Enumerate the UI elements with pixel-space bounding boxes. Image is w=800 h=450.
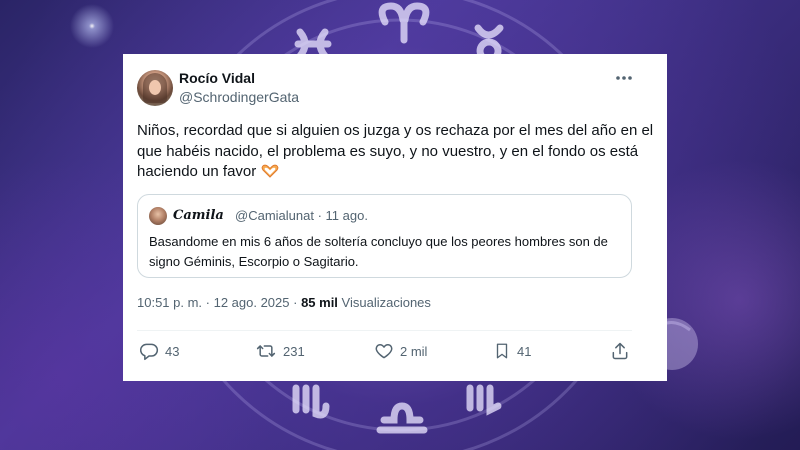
quoted-author-avatar [149, 207, 167, 225]
retweet-count: 231 [283, 343, 305, 359]
share-icon [612, 342, 628, 360]
author-name[interactable]: Rocío Vidal [179, 70, 255, 86]
timestamp[interactable]: 10:51 p. m. · 12 ago. 2025 · [137, 295, 297, 310]
retweet-button[interactable]: 231 [255, 340, 305, 362]
quoted-text: Basandome en mis 6 años de soltería conc… [149, 234, 608, 269]
retweet-icon [256, 345, 276, 357]
reply-icon [139, 343, 159, 361]
author-avatar[interactable] [137, 70, 173, 106]
tweet-text: Niños, recordad que si alguien os juzga … [137, 121, 657, 185]
like-button[interactable]: 2 mil [374, 340, 427, 362]
views-label: Visualizaciones [341, 295, 431, 310]
author-handle[interactable]: @SchrodingerGata [179, 89, 299, 105]
quoted-date: · 11 ago. [317, 208, 368, 223]
reply-count: 43 [165, 343, 180, 359]
bookmark-button[interactable]: 41 [493, 340, 531, 362]
more-dots-icon[interactable] [613, 72, 635, 86]
reply-button[interactable]: 43 [139, 340, 179, 362]
like-count: 2 mil [400, 343, 428, 359]
quoted-author-meta: @Camialunat · 11 ago. [235, 208, 368, 223]
heart-hands-icon [260, 164, 280, 185]
bookmark-count: 41 [517, 343, 532, 359]
tweet-body: Niños, recordad que si alguien os juzga … [137, 122, 654, 180]
heart-icon [375, 344, 393, 359]
bookmark-icon [496, 343, 508, 359]
views-count: 85 mil [301, 295, 338, 310]
tweet-metadata: 10:51 p. m. · 12 ago. 2025 · 85 mil Visu… [137, 295, 431, 310]
share-button[interactable] [610, 340, 630, 362]
avatar-face [149, 80, 161, 95]
quoted-author-handle: @Camialunat [235, 208, 314, 223]
tweet-card: Rocío Vidal @SchrodingerGata Niños, reco… [123, 54, 667, 381]
actions-divider [137, 330, 632, 331]
quoted-author-name: Camila [173, 208, 224, 223]
quoted-tweet[interactable]: Camila @Camialunat · 11 ago. Basandome e… [137, 194, 632, 278]
